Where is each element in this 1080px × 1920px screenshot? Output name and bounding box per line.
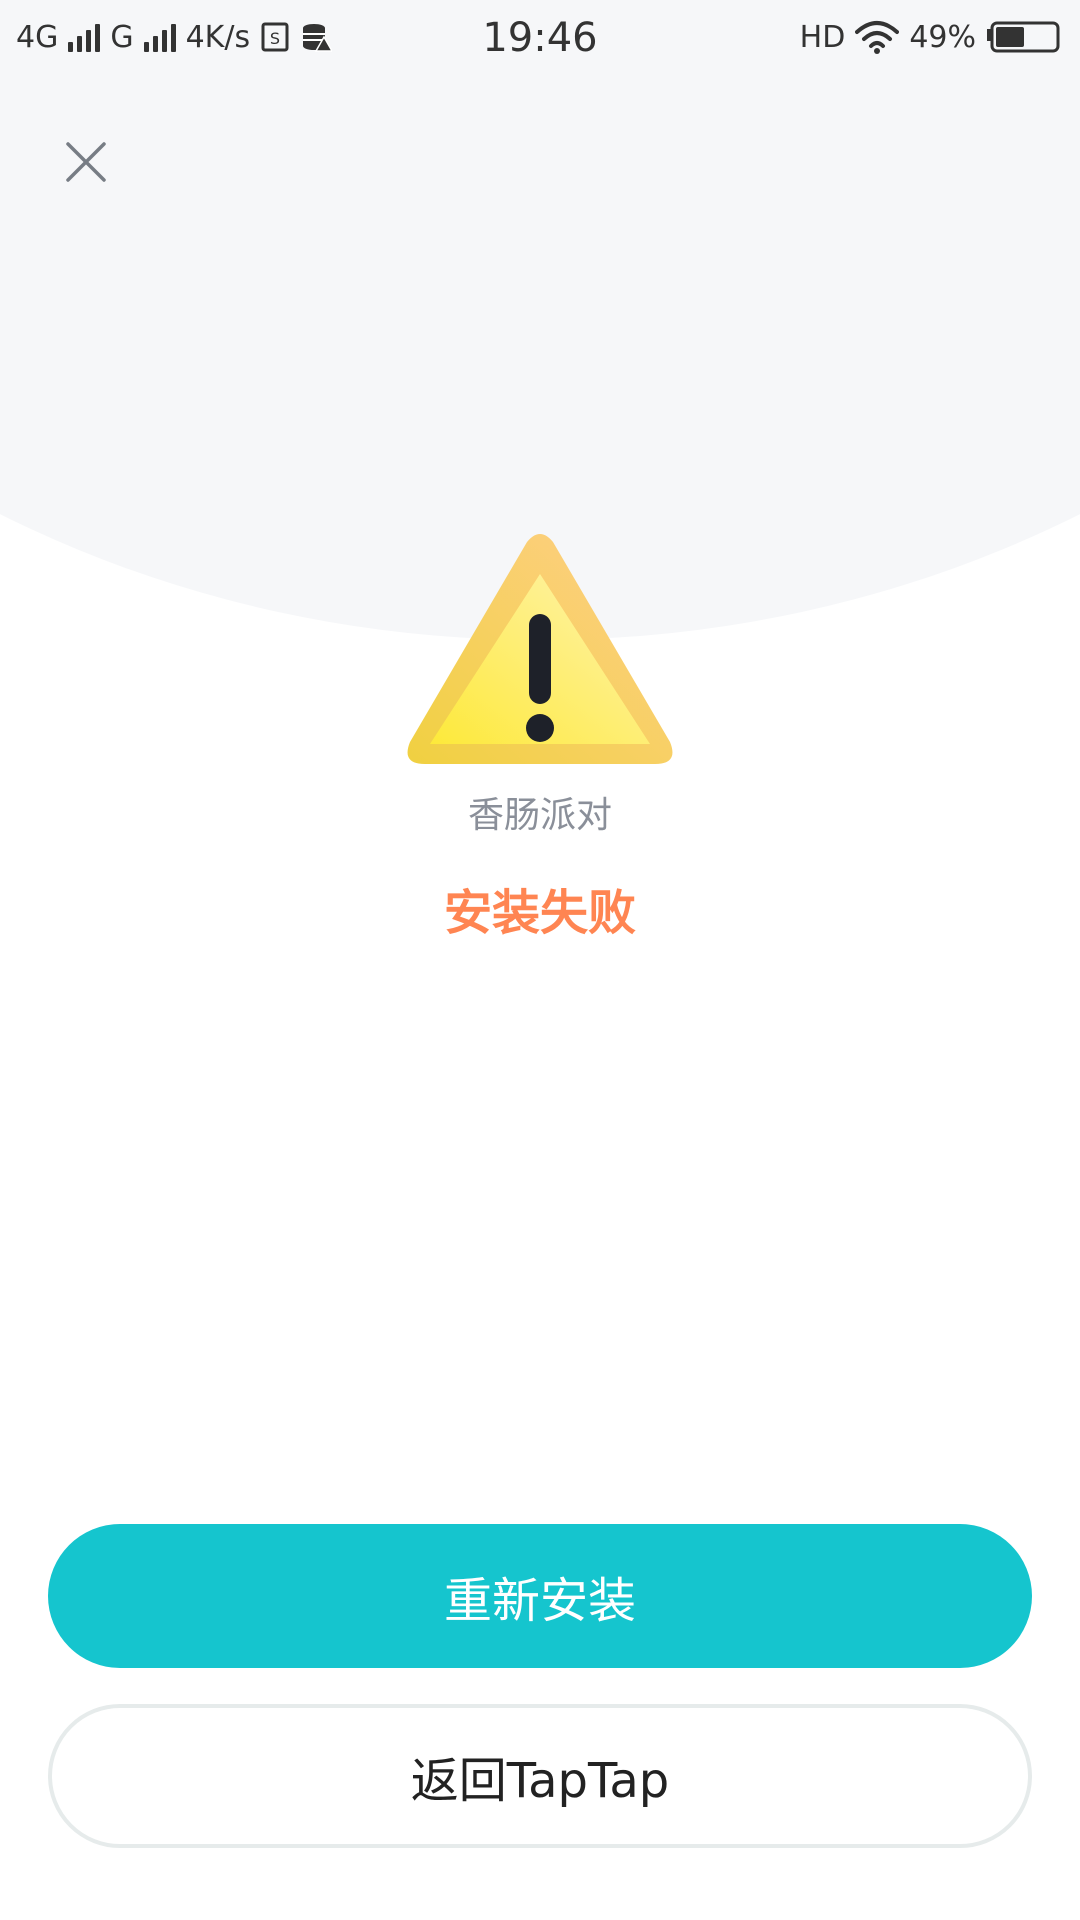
close-icon (66, 142, 106, 182)
warning-triangle-icon (407, 534, 673, 764)
hd-indicator: HD (799, 19, 846, 55)
close-button[interactable] (56, 132, 116, 192)
reinstall-button-label: 重新安装 (443, 1573, 636, 1629)
battery-icon (987, 21, 1060, 53)
wifi-icon (855, 21, 900, 54)
reinstall-button[interactable]: 重新安装 (48, 1524, 1032, 1668)
back-to-taptap-button[interactable]: 返回TapTap (48, 1704, 1032, 1848)
back-to-taptap-button-label: 返回TapTap (410, 1753, 670, 1809)
app-name: 香肠派对 (467, 795, 612, 836)
install-failed-screen: 4G G 4K/s S 19:46 HD 49% 香肠派对 安装失败 重新安装 … (0, 0, 1080, 1920)
status-right: HD 49% (800, 14, 1060, 60)
battery-percent: 49% (909, 19, 976, 55)
status-bar: 4G G 4K/s S 19:46 HD 49% (0, 0, 1080, 76)
install-failed-message: 安装失败 (443, 885, 636, 941)
